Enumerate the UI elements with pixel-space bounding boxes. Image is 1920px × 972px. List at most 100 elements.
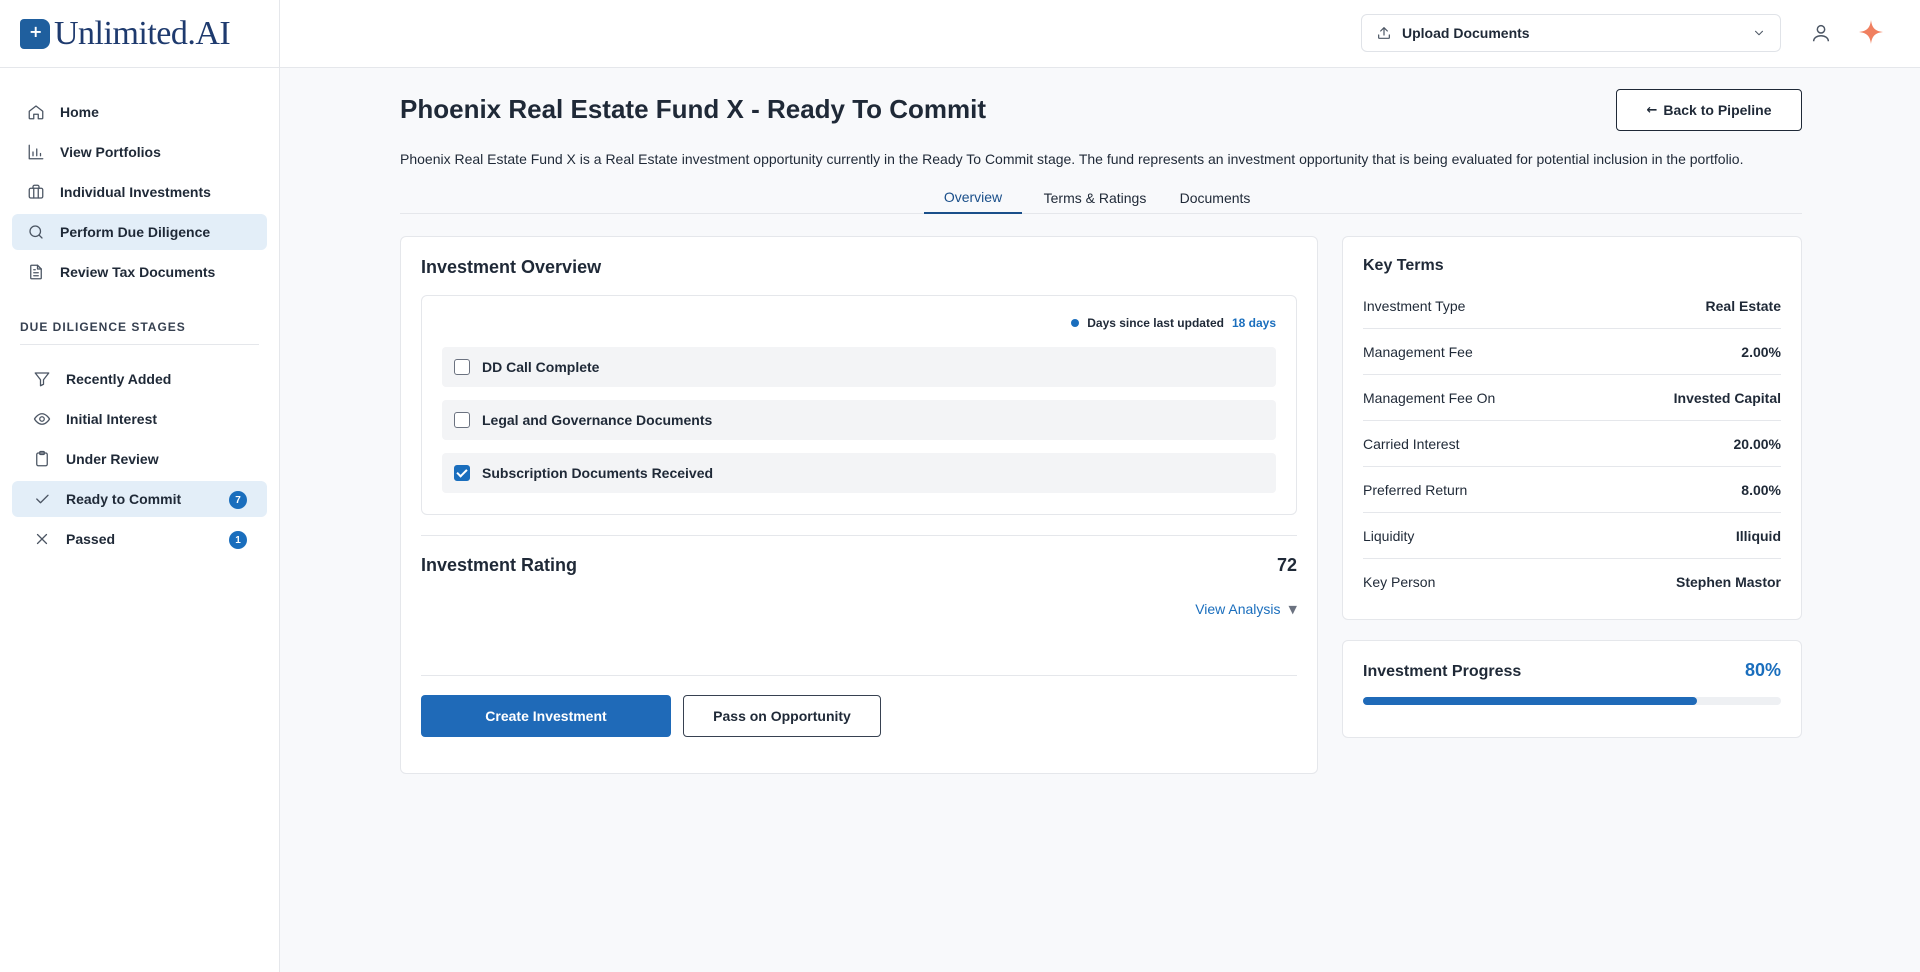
key-term-value: 2.00%	[1741, 343, 1781, 360]
bar-chart-icon	[26, 142, 46, 162]
investment-rating-label: Investment Rating	[421, 555, 578, 575]
checkbox[interactable]	[454, 359, 470, 375]
divider	[421, 535, 1297, 536]
key-term-label: Preferred Return	[1363, 481, 1468, 498]
stage-item-ready-to-commit[interactable]: Ready to Commit 7	[12, 481, 267, 517]
pass-on-opportunity-button[interactable]: Pass on Opportunity	[683, 695, 881, 737]
nav-item-label: View Portfolios	[60, 144, 161, 160]
key-term-value: Stephen Mastor	[1675, 574, 1781, 590]
main-nav: Home View Portfolios Individual Investme…	[0, 68, 279, 290]
logo-mark-icon	[20, 18, 50, 49]
nav-item-label: Home	[60, 104, 99, 120]
investment-overview-title: Investment Overview	[421, 257, 602, 277]
key-term-row: Management Fee On Invested Capital	[1363, 375, 1781, 421]
last-updated-indicator: Days since last updated 18 days	[1071, 316, 1276, 330]
stage-count-badge: 1	[229, 531, 247, 549]
upload-icon	[1378, 27, 1390, 39]
checklist-item-label: Subscription Documents Received	[482, 465, 714, 481]
nav-item-label: Perform Due Diligence	[60, 224, 211, 240]
key-term-label: Key Person	[1363, 574, 1436, 590]
key-term-row: Key Person Stephen Mastor	[1363, 559, 1781, 605]
investment-rating-value: 72	[1276, 555, 1297, 575]
upload-documents-label: Upload Documents	[1402, 25, 1530, 41]
search-icon	[26, 222, 46, 242]
last-updated-label: Days since last updated	[1087, 316, 1224, 330]
eye-icon	[32, 409, 52, 429]
stage-item-initial-interest[interactable]: Initial Interest	[12, 401, 267, 437]
progress-bar-fill	[1363, 697, 1698, 705]
upload-documents-dropdown[interactable]: Upload Documents	[1361, 14, 1781, 52]
stage-item-passed[interactable]: Passed 1	[12, 521, 267, 557]
last-updated-value: 18 days	[1231, 316, 1276, 330]
checklist-item-subscription-documents[interactable]: Subscription Documents Received	[442, 453, 1276, 493]
key-term-value: Invested Capital	[1673, 389, 1781, 406]
nav-item-view-portfolios[interactable]: View Portfolios	[12, 134, 267, 170]
stage-count-badge: 7	[229, 491, 247, 509]
user-icon[interactable]	[1810, 22, 1832, 44]
key-term-row: Preferred Return 8.00%	[1363, 467, 1781, 513]
sparkle-icon[interactable]	[1858, 19, 1884, 45]
checklist-box: Days since last updated 18 days DD Call …	[421, 295, 1297, 515]
sidebar: Unlimited.AI Home View Portfolios Indivi…	[0, 0, 280, 972]
nav-item-label: Review Tax Documents	[60, 264, 216, 280]
stage-item-label: Recently Added	[66, 371, 172, 387]
x-icon	[32, 529, 52, 549]
nav-item-perform-due-diligence[interactable]: Perform Due Diligence	[12, 214, 267, 250]
key-term-label: Investment Type	[1363, 297, 1466, 314]
key-term-label: Management Fee On	[1363, 389, 1496, 406]
stage-item-label: Ready to Commit	[66, 491, 182, 507]
nav-item-home[interactable]: Home	[12, 94, 267, 130]
nav-item-label: Individual Investments	[60, 184, 211, 200]
checklist-item-label: Legal and Governance Documents	[482, 412, 713, 428]
stages-section-title: DUE DILIGENCE STAGES	[20, 320, 259, 345]
key-term-value: Real Estate	[1705, 297, 1781, 314]
status-dot-icon	[1071, 319, 1080, 327]
cards-area: Investment Overview Days since last upda…	[400, 68, 1802, 972]
key-term-row: Management Fee 2.00%	[1363, 329, 1781, 375]
chevron-down-icon	[1754, 30, 1764, 36]
nav-item-individual-investments[interactable]: Individual Investments	[12, 174, 267, 210]
home-icon	[26, 102, 46, 122]
investment-progress-card: Investment Progress 80%	[1342, 640, 1802, 738]
check-icon	[32, 489, 52, 509]
key-term-label: Carried Interest	[1363, 435, 1460, 452]
stage-item-recently-added[interactable]: Recently Added	[12, 361, 267, 397]
key-term-value: Illiquid	[1735, 527, 1781, 544]
checklist-item-dd-call[interactable]: DD Call Complete	[442, 347, 1276, 387]
investment-progress-percent: 80%	[1744, 660, 1781, 680]
checklist-item-legal-governance[interactable]: Legal and Governance Documents	[442, 400, 1276, 440]
stage-item-label: Passed	[66, 531, 116, 547]
key-term-label: Management Fee	[1363, 343, 1473, 360]
key-term-value: 8.00%	[1741, 481, 1781, 498]
stage-item-label: Under Review	[66, 451, 159, 467]
document-icon	[26, 262, 46, 282]
investment-overview-card: Investment Overview Days since last upda…	[400, 236, 1318, 774]
filter-icon	[32, 369, 52, 389]
investment-progress-title: Investment Progress	[1363, 663, 1522, 680]
key-term-value: 20.00%	[1733, 435, 1781, 452]
caret-down-icon: ▼	[1288, 602, 1297, 616]
key-terms-card: Key Terms Investment Type Real Estate Ma…	[1342, 236, 1802, 620]
checkbox-checked[interactable]	[454, 465, 470, 481]
logo-text: Unlimited.AI	[54, 14, 231, 52]
key-term-row: Liquidity Illiquid	[1363, 513, 1781, 559]
briefcase-icon	[26, 182, 46, 202]
top-bar: Upload Documents	[280, 0, 1920, 68]
progress-bar-track	[1363, 697, 1781, 705]
create-investment-button[interactable]: Create Investment	[421, 695, 671, 737]
stage-item-label: Initial Interest	[66, 411, 158, 427]
checkbox[interactable]	[454, 412, 470, 428]
key-term-label: Liquidity	[1363, 527, 1415, 544]
key-terms-title: Key Terms	[1363, 257, 1444, 274]
key-term-row: Investment Type Real Estate	[1363, 283, 1781, 329]
logo[interactable]: Unlimited.AI	[0, 0, 279, 68]
stage-item-under-review[interactable]: Under Review	[12, 441, 267, 477]
nav-item-review-tax-documents[interactable]: Review Tax Documents	[12, 254, 267, 290]
key-term-row: Carried Interest 20.00%	[1363, 421, 1781, 467]
view-analysis-label: View Analysis	[1195, 601, 1281, 617]
divider	[421, 675, 1297, 676]
checklist-item-label: DD Call Complete	[482, 359, 600, 375]
view-analysis-toggle[interactable]: View Analysis ▼	[1195, 601, 1297, 617]
stages-nav: Recently Added Initial Interest Under Re…	[0, 345, 279, 557]
clipboard-icon	[32, 449, 52, 469]
